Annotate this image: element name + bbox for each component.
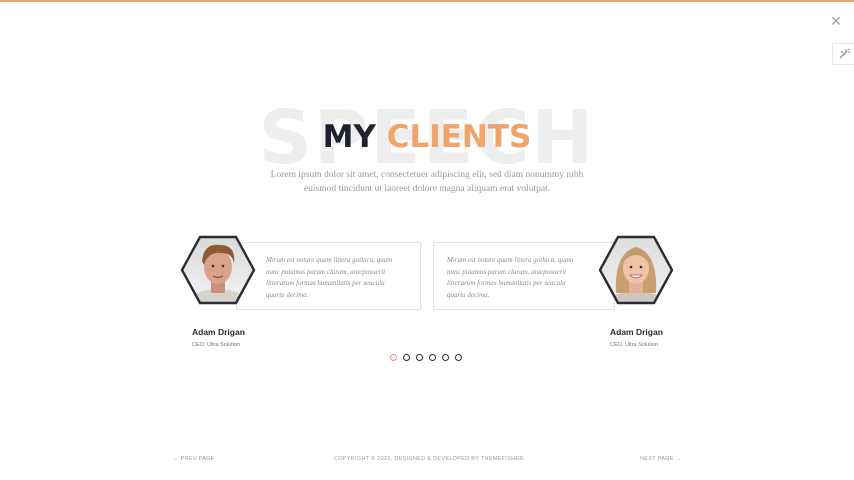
client-role: CEO, Ultra Solution xyxy=(192,342,240,348)
pagination-dot-1[interactable] xyxy=(390,354,397,361)
section-title: MY CLIENTS xyxy=(0,115,854,159)
next-page-link[interactable]: NEXT PAGE → xyxy=(640,455,681,463)
carousel-pagination xyxy=(390,354,462,361)
pagination-dot-5[interactable] xyxy=(442,354,449,361)
close-icon[interactable]: × xyxy=(826,11,846,31)
pagination-dot-4[interactable] xyxy=(429,354,436,361)
title-part-dark: MY xyxy=(322,119,376,155)
section-subtitle: Lorem ipsum dolor sit amet, consectetuer… xyxy=(270,170,584,194)
avatar xyxy=(598,235,674,305)
magic-wand-button[interactable] xyxy=(832,43,854,65)
top-accent-bar xyxy=(0,0,854,2)
testimonial-quote: Mirum est notare quam littera gothica, q… xyxy=(447,256,574,299)
pagination-dot-6[interactable] xyxy=(455,354,462,361)
prev-page-link[interactable]: ← PREV PAGE xyxy=(173,455,215,463)
client-role: CEO, Ultra Solution xyxy=(610,342,658,348)
pagination-dot-2[interactable] xyxy=(403,354,410,361)
title-part-accent: CLIENTS xyxy=(386,119,532,155)
copyright-text: COPYRIGHT © 2021, DESIGNED & DEVELOPED B… xyxy=(334,456,526,462)
client-name: Adam Drigan xyxy=(610,327,663,337)
avatar xyxy=(180,235,256,305)
testimonial-quote: Mirum est notare quam littera gothica, q… xyxy=(266,256,393,299)
client-name: Adam Drigan xyxy=(192,327,245,337)
pagination-dot-3[interactable] xyxy=(416,354,423,361)
magic-wand-icon xyxy=(839,48,850,59)
